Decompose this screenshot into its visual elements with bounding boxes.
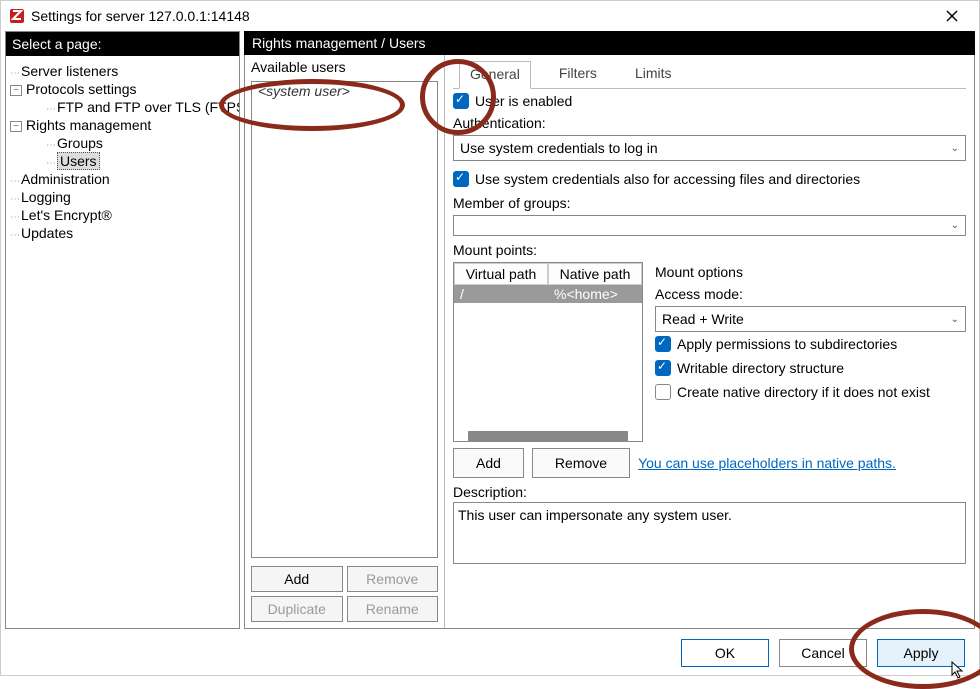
- available-users-list[interactable]: <system user>: [251, 81, 438, 558]
- panel-header: Rights management / Users: [244, 31, 975, 55]
- available-users-panel: Available users <system user> Add Remove…: [245, 55, 445, 628]
- writable-struct-label: Writable directory structure: [677, 360, 844, 376]
- tree-item-lets-encrypt[interactable]: ⋯Let's Encrypt®: [10, 206, 235, 224]
- authentication-select[interactable]: Use system credentials to log in ⌄: [453, 135, 966, 161]
- apply-perms-label: Apply permissions to subdirectories: [677, 336, 897, 352]
- page-tree[interactable]: ⋯Server listeners −Protocols settings ⋯F…: [6, 56, 239, 628]
- writable-struct-checkbox[interactable]: [655, 360, 671, 376]
- app-icon: [9, 8, 25, 24]
- col-native[interactable]: Native path: [548, 263, 642, 285]
- tree-item-ftp[interactable]: ⋯FTP and FTP over TLS (FTPS): [10, 98, 235, 116]
- description-label: Description:: [453, 478, 966, 502]
- placeholders-link[interactable]: You can use placeholders in native paths…: [638, 455, 896, 471]
- tabs: General Filters Limits: [453, 61, 966, 89]
- description-textarea[interactable]: This user can impersonate any system use…: [453, 502, 966, 564]
- window-title: Settings for server 127.0.0.1:14148: [31, 8, 929, 24]
- access-mode-label: Access mode:: [655, 282, 966, 306]
- remove-user-button[interactable]: Remove: [347, 566, 439, 592]
- mount-points-label: Mount points:: [453, 236, 966, 262]
- create-native-label: Create native directory if it does not e…: [677, 384, 930, 400]
- authentication-label: Authentication:: [453, 113, 966, 135]
- tree-item-rights[interactable]: −Rights management: [10, 116, 235, 134]
- user-detail: General Filters Limits User is enabled A…: [445, 55, 974, 628]
- right-panel: Rights management / Users Available user…: [244, 31, 975, 629]
- chevron-down-icon: ⌄: [951, 314, 959, 325]
- sidebar-header: Select a page:: [6, 32, 239, 56]
- available-users-label: Available users: [245, 55, 444, 79]
- rename-user-button[interactable]: Rename: [347, 596, 439, 622]
- chevron-down-icon: ⌄: [951, 220, 959, 231]
- collapse-icon[interactable]: −: [10, 85, 22, 96]
- collapse-icon[interactable]: −: [10, 121, 22, 132]
- mount-options: Mount options Access mode: Read + Write …: [655, 262, 966, 404]
- tree-item-users[interactable]: ⋯Users: [10, 152, 235, 170]
- apply-perms-checkbox[interactable]: [655, 336, 671, 352]
- ok-button[interactable]: OK: [681, 639, 769, 667]
- tree-item-groups[interactable]: ⋯Groups: [10, 134, 235, 152]
- tree-item-updates[interactable]: ⋯Updates: [10, 224, 235, 242]
- page-sidebar: Select a page: ⋯Server listeners −Protoc…: [5, 31, 240, 629]
- chevron-down-icon: ⌄: [951, 143, 959, 154]
- add-user-button[interactable]: Add: [251, 566, 343, 592]
- mount-points-table[interactable]: Virtual path Native path / %<home>: [453, 262, 643, 442]
- authentication-value: Use system credentials to log in: [460, 140, 658, 156]
- list-item[interactable]: <system user>: [252, 82, 437, 100]
- tree-item-administration[interactable]: ⋯Administration: [10, 170, 235, 188]
- user-enabled-label: User is enabled: [475, 93, 572, 109]
- close-button[interactable]: [929, 1, 975, 31]
- table-row[interactable]: / %<home>: [454, 285, 642, 303]
- tree-item-logging[interactable]: ⋯Logging: [10, 188, 235, 206]
- duplicate-user-button[interactable]: Duplicate: [251, 596, 343, 622]
- access-mode-value: Read + Write: [662, 311, 744, 327]
- member-groups-select[interactable]: ⌄: [453, 215, 966, 236]
- col-virtual[interactable]: Virtual path: [454, 263, 548, 285]
- mount-remove-button[interactable]: Remove: [532, 448, 630, 478]
- cursor-icon: [951, 661, 965, 679]
- access-mode-select[interactable]: Read + Write ⌄: [655, 306, 966, 332]
- titlebar: Settings for server 127.0.0.1:14148: [1, 1, 979, 31]
- mount-add-button[interactable]: Add: [453, 448, 524, 478]
- sys-creds-files-checkbox[interactable]: [453, 171, 469, 187]
- dialog-footer: OK Cancel Apply: [1, 631, 979, 675]
- user-enabled-checkbox[interactable]: [453, 93, 469, 109]
- tree-item-protocols[interactable]: −Protocols settings: [10, 80, 235, 98]
- close-icon: [946, 10, 958, 22]
- sys-creds-files-label: Use system credentials also for accessin…: [475, 171, 860, 187]
- tab-general[interactable]: General: [459, 61, 531, 89]
- tab-filters[interactable]: Filters: [549, 61, 607, 88]
- create-native-checkbox[interactable]: [655, 384, 671, 400]
- settings-dialog: Settings for server 127.0.0.1:14148 Sele…: [0, 0, 980, 676]
- member-groups-label: Member of groups:: [453, 191, 966, 215]
- mount-options-label: Mount options: [655, 262, 966, 282]
- dialog-body: Select a page: ⋯Server listeners −Protoc…: [1, 31, 979, 631]
- tree-item-server-listeners[interactable]: ⋯Server listeners: [10, 62, 235, 80]
- cancel-button[interactable]: Cancel: [779, 639, 867, 667]
- horizontal-scrollbar[interactable]: [468, 431, 628, 441]
- tab-limits[interactable]: Limits: [625, 61, 682, 88]
